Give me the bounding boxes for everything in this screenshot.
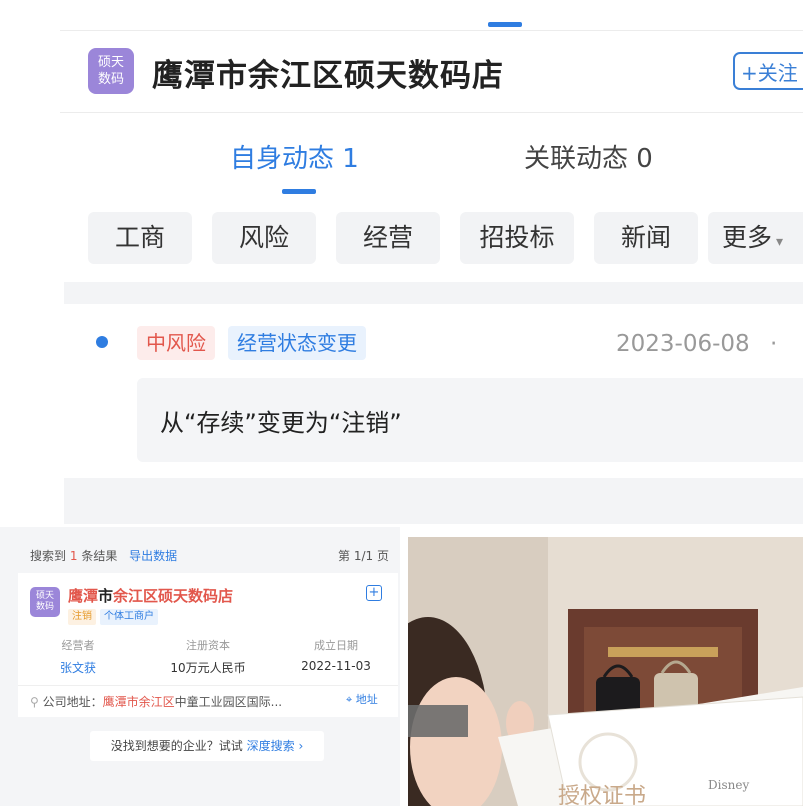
operator-column: 经营者 张文获 (48, 637, 108, 676)
capital-column: 注册资本 10万元人民币 (158, 637, 258, 676)
disney-logo-text: Disney (708, 778, 749, 792)
filter-chip-risk[interactable]: 风险 (212, 212, 316, 264)
scroll-indicator (488, 22, 522, 27)
filter-chip-more[interactable]: 更多 ▾ (708, 212, 803, 264)
logo-line-1: 硕天 (35, 591, 54, 601)
divider (18, 685, 398, 686)
operator-label: 经营者 (61, 639, 95, 652)
divider (60, 112, 803, 113)
name-highlight: 余江区硕天数码店 (113, 587, 234, 605)
founded-value: 2022-11-03 (301, 659, 371, 673)
found-count: 1 (69, 549, 78, 563)
address-label: 公司地址： (42, 695, 103, 709)
result-count: 搜索到 1 条结果 导出数据 (30, 547, 177, 564)
filter-chip-operation[interactable]: 经营 (336, 212, 440, 264)
found-prefix: 搜索到 (30, 549, 67, 563)
divider (60, 30, 803, 31)
filter-chip-business[interactable]: 工商 (88, 212, 192, 264)
founded-label: 成立日期 (314, 639, 358, 652)
event-date: 2023-06-08 (616, 331, 750, 357)
company-name: 鹰潭市余江区硕天数码店 (152, 58, 504, 94)
search-result-panel: 搜索到 1 条结果 导出数据 第 1/1 页 硕天 数码 鹰潭市余江区硕天数码店… (0, 527, 400, 806)
name-highlight: 鹰潭 (68, 587, 99, 605)
operator-value[interactable]: 张文获 (48, 659, 108, 676)
company-address: ⚲ 公司地址：鹰潭市余江区中童工业园区国际... (30, 693, 282, 710)
location-pin-icon: ⌖ (346, 693, 353, 706)
add-icon[interactable]: + (366, 585, 382, 601)
photo-illustration: 授权证书 Disney (408, 537, 803, 806)
export-data-link[interactable]: 导出数据 (129, 549, 177, 563)
more-options-icon[interactable]: · (770, 331, 777, 357)
follow-button[interactable]: +关注 (733, 52, 803, 90)
capital-value: 10万元人民币 (170, 661, 246, 675)
timeline-dot-icon (96, 336, 108, 348)
chevron-right-icon: › (298, 739, 304, 753)
section-separator (64, 478, 803, 524)
event-description: 从“存续”变更为“注销” (160, 409, 402, 437)
result-company-name[interactable]: 鹰潭市余江区硕天数码店 (68, 585, 233, 606)
entity-type-badge: 个体工商户 (100, 609, 158, 625)
not-found-text: 没找到想要的企业？试试 (110, 739, 243, 753)
logo-line-2: 数码 (97, 72, 124, 87)
certificate-text: 授权证书 (558, 784, 646, 806)
result-card[interactable]: 硕天 数码 鹰潭市余江区硕天数码店 + 注销 个体工商户 经营者 张文获 注册资… (18, 573, 398, 717)
chevron-down-icon: ▾ (776, 234, 784, 250)
active-tab-underline (282, 189, 316, 194)
capital-label: 注册资本 (186, 639, 230, 652)
photo: 授权证书 Disney (408, 537, 803, 806)
founded-column: 成立日期 2022-11-03 (286, 637, 386, 673)
logo-line-1: 硕天 (97, 55, 124, 70)
company-logo: 硕天 数码 (88, 48, 134, 94)
event-type-tag[interactable]: 经营状态变更 (228, 326, 366, 360)
found-suffix: 条结果 (81, 549, 118, 563)
address-button-label: 地址 (355, 693, 378, 706)
page-indicator: 第 1/1 页 (338, 549, 389, 563)
paperclip-icon: ⚲ (30, 695, 39, 709)
filter-chip-news[interactable]: 新闻 (594, 212, 698, 264)
name-part: 市 (98, 587, 114, 605)
not-found-prompt: 没找到想要的企业？试试 深度搜索 › (90, 731, 324, 761)
filter-chip-bidding[interactable]: 招投标 (460, 212, 574, 264)
more-label: 更多 (722, 223, 773, 252)
status-badge: 注销 (68, 609, 96, 625)
address-button[interactable]: ⌖ 地址 (346, 691, 378, 707)
section-separator (64, 282, 803, 304)
company-logo-small: 硕天 数码 (30, 587, 60, 617)
deep-search-link[interactable]: 深度搜索 (247, 739, 295, 753)
risk-level-tag: 中风险 (137, 326, 215, 360)
tab-own-dynamics[interactable]: 自身动态 1 (230, 138, 359, 175)
company-dynamics-panel: 硕天 数码 鹰潭市余江区硕天数码店 +关注 自身动态 1 关联动态 0 工商 风… (0, 0, 803, 527)
logo-line-2: 数码 (35, 602, 54, 612)
blurred-eyes (408, 705, 468, 737)
address-highlight: 鹰潭市余江区 (102, 695, 175, 709)
tab-related-dynamics[interactable]: 关联动态 0 (524, 138, 653, 175)
address-rest: 中童工业园区国际... (174, 695, 283, 709)
